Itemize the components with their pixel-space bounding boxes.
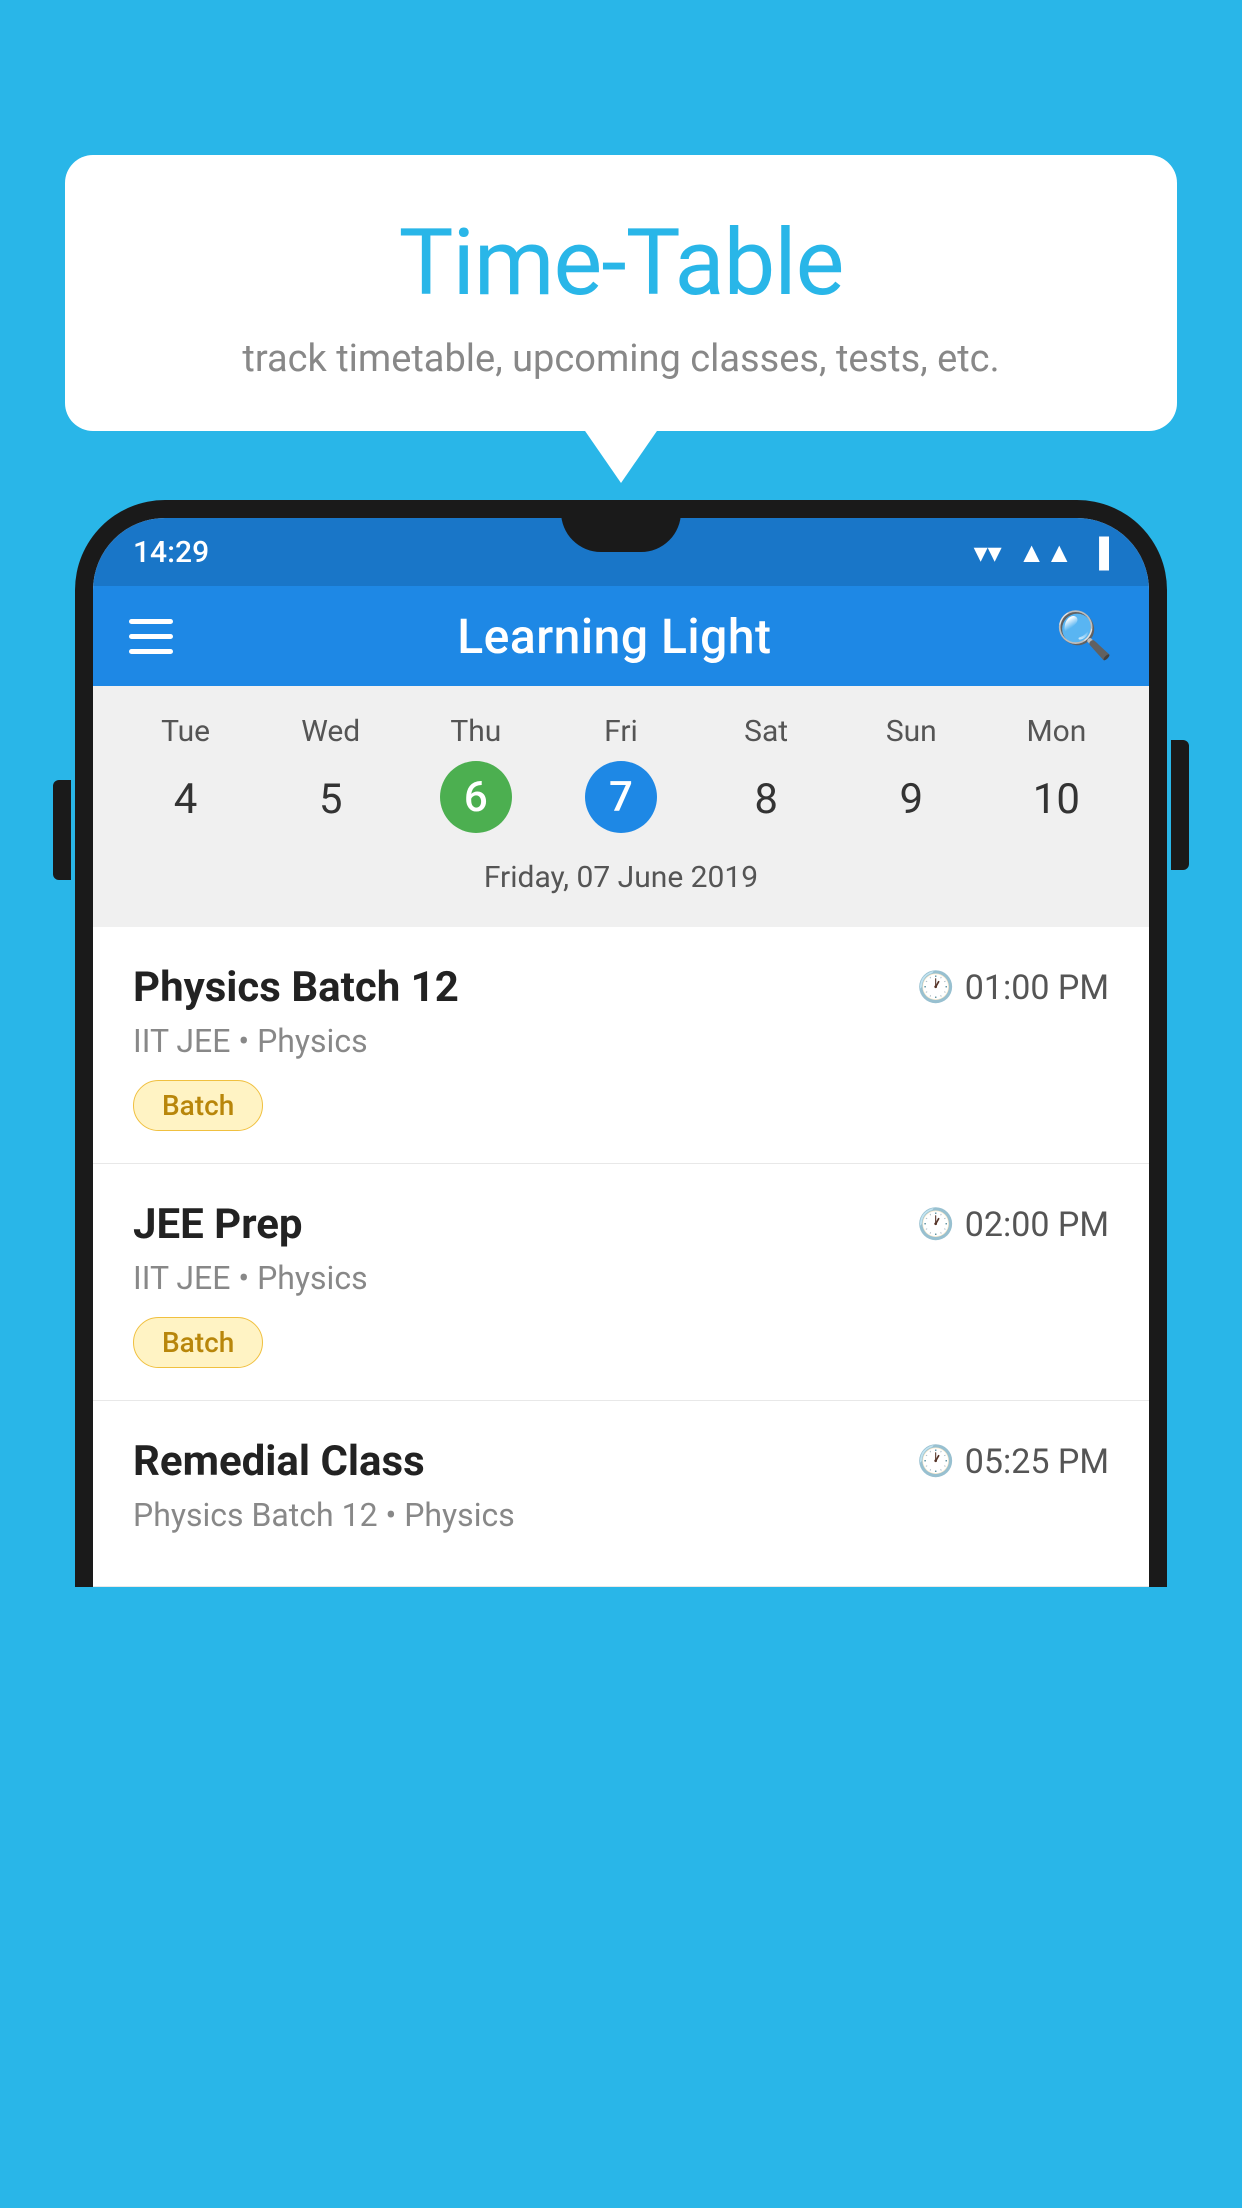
day-7-selected[interactable]: 7 bbox=[585, 761, 657, 833]
day-headers: Tue Wed Thu Fri Sat Sun Mon bbox=[113, 714, 1129, 749]
day-6-today[interactable]: 6 bbox=[440, 761, 512, 833]
phone-notch bbox=[561, 500, 681, 552]
schedule-item-1-subtitle: IIT JEE • Physics bbox=[133, 1022, 1109, 1060]
bubble-subtitle: track timetable, upcoming classes, tests… bbox=[125, 337, 1117, 381]
phone-mockup: 14:29 ▾▾ ▲▲ ▐ Learning Light 🔍 bbox=[75, 500, 1167, 2208]
day-header-wed: Wed bbox=[258, 714, 403, 749]
clock-icon-1: 🕐 bbox=[917, 970, 954, 1005]
hamburger-menu-icon[interactable] bbox=[129, 619, 173, 654]
day-header-sat: Sat bbox=[694, 714, 839, 749]
day-header-tue: Tue bbox=[113, 714, 258, 749]
day-numbers: 4 5 6 7 8 9 10 bbox=[113, 761, 1129, 838]
schedule-item-1-title: Physics Batch 12 bbox=[133, 963, 459, 1012]
calendar-strip: Tue Wed Thu Fri Sat Sun Mon 4 5 6 7 8 9 … bbox=[93, 686, 1149, 927]
day-9[interactable]: 9 bbox=[839, 761, 984, 838]
schedule-item-3-title: Remedial Class bbox=[133, 1437, 425, 1486]
bubble-title: Time-Table bbox=[125, 210, 1117, 317]
day-header-mon: Mon bbox=[984, 714, 1129, 749]
schedule-item-2-time: 🕐 02:00 PM bbox=[917, 1205, 1109, 1245]
signal-icon: ▲▲ bbox=[1018, 536, 1073, 569]
status-time: 14:29 bbox=[133, 535, 209, 570]
batch-tag-1: Batch bbox=[133, 1080, 263, 1131]
schedule-item-3-time: 🕐 05:25 PM bbox=[917, 1442, 1109, 1482]
schedule-container: Physics Batch 12 🕐 01:00 PM IIT JEE • Ph… bbox=[93, 927, 1149, 1587]
schedule-item-3-header: Remedial Class 🕐 05:25 PM bbox=[133, 1437, 1109, 1486]
phone-screen: 14:29 ▾▾ ▲▲ ▐ Learning Light 🔍 bbox=[93, 518, 1149, 1587]
schedule-item-2-header: JEE Prep 🕐 02:00 PM bbox=[133, 1200, 1109, 1249]
schedule-item-2-subtitle: IIT JEE • Physics bbox=[133, 1259, 1109, 1297]
schedule-item-1[interactable]: Physics Batch 12 🕐 01:00 PM IIT JEE • Ph… bbox=[93, 927, 1149, 1164]
app-bar: Learning Light 🔍 bbox=[93, 586, 1149, 686]
day-header-thu: Thu bbox=[403, 714, 548, 749]
speech-bubble: Time-Table track timetable, upcoming cla… bbox=[65, 155, 1177, 431]
schedule-item-3[interactable]: Remedial Class 🕐 05:25 PM Physics Batch … bbox=[93, 1401, 1149, 1587]
day-4[interactable]: 4 bbox=[113, 761, 258, 838]
schedule-item-3-subtitle: Physics Batch 12 • Physics bbox=[133, 1496, 1109, 1534]
schedule-item-1-time: 🕐 01:00 PM bbox=[917, 968, 1109, 1008]
status-icons: ▾▾ ▲▲ ▐ bbox=[974, 536, 1109, 569]
clock-icon-2: 🕐 bbox=[917, 1207, 954, 1242]
day-8[interactable]: 8 bbox=[694, 761, 839, 838]
schedule-item-2[interactable]: JEE Prep 🕐 02:00 PM IIT JEE • Physics Ba… bbox=[93, 1164, 1149, 1401]
day-10[interactable]: 10 bbox=[984, 761, 1129, 838]
schedule-item-2-title: JEE Prep bbox=[133, 1200, 303, 1249]
schedule-item-1-header: Physics Batch 12 🕐 01:00 PM bbox=[133, 963, 1109, 1012]
day-5[interactable]: 5 bbox=[258, 761, 403, 838]
battery-icon: ▐ bbox=[1089, 536, 1109, 569]
wifi-icon: ▾▾ bbox=[974, 536, 1002, 569]
day-header-fri: Fri bbox=[548, 714, 693, 749]
batch-tag-2: Batch bbox=[133, 1317, 263, 1368]
selected-date-label: Friday, 07 June 2019 bbox=[113, 854, 1129, 915]
day-header-sun: Sun bbox=[839, 714, 984, 749]
search-icon[interactable]: 🔍 bbox=[1056, 609, 1113, 663]
app-title: Learning Light bbox=[457, 608, 771, 665]
clock-icon-3: 🕐 bbox=[917, 1444, 954, 1479]
